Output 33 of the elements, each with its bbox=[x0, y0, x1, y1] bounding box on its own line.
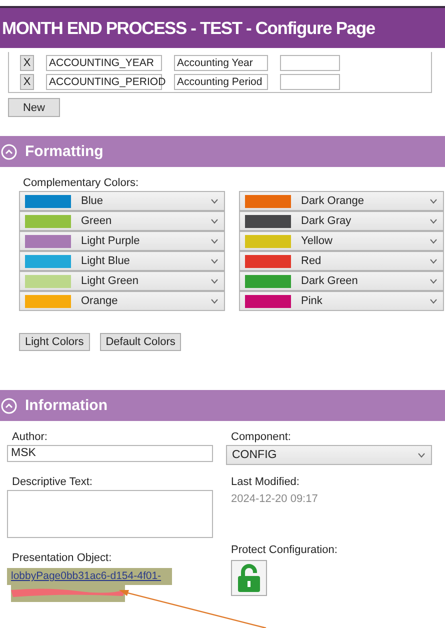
remove-button[interactable]: X bbox=[20, 74, 34, 90]
color-preset-button[interactable]: Light Colors bbox=[19, 333, 90, 351]
section-title: Information bbox=[25, 397, 108, 414]
colors-label: Complementary Colors: bbox=[23, 177, 140, 189]
color-dropdown[interactable]: Red bbox=[239, 251, 444, 271]
last-modified-value: 2024-12-20 09:17 bbox=[231, 493, 319, 505]
field-label: Author: bbox=[12, 431, 48, 444]
page-title: MONTH END PROCESS - TEST - Configure Page bbox=[2, 18, 375, 38]
color-dropdown[interactable]: Light Green bbox=[19, 271, 225, 291]
field-label: Protect Configuration: bbox=[231, 544, 338, 557]
color-dropdown[interactable]: Green bbox=[19, 211, 225, 231]
color-dropdown[interactable]: Orange bbox=[19, 291, 225, 311]
component-dropdown[interactable]: CONFIG bbox=[226, 445, 432, 465]
field-label: Component: bbox=[231, 431, 292, 444]
remove-button[interactable]: X bbox=[20, 55, 34, 71]
new-button[interactable]: New bbox=[8, 98, 60, 117]
name-field[interactable]: ACCOUNTING_YEAR bbox=[46, 55, 162, 71]
field-label: Descriptive Text: bbox=[12, 476, 94, 489]
color-preset-button[interactable]: Default Colors bbox=[100, 333, 182, 351]
color-dropdown[interactable]: Dark Green bbox=[239, 271, 444, 291]
description-field[interactable]: Accounting Period bbox=[174, 74, 268, 90]
field-label: Last Modified: bbox=[231, 476, 300, 489]
section-title: Formatting bbox=[25, 143, 104, 160]
color-dropdown[interactable]: Dark Gray bbox=[239, 211, 444, 231]
color-dropdown[interactable]: Light Purple bbox=[19, 231, 225, 251]
color-dropdown[interactable]: Light Blue bbox=[19, 251, 225, 271]
author-field[interactable]: MSK bbox=[7, 445, 213, 462]
description-field[interactable]: Accounting Year bbox=[174, 55, 268, 71]
color-dropdown[interactable]: Pink bbox=[239, 291, 444, 311]
color-dropdown[interactable]: Blue bbox=[19, 191, 225, 211]
color-dropdown[interactable]: Yellow bbox=[239, 231, 444, 251]
color-dropdown[interactable]: Dark Orange bbox=[239, 191, 444, 211]
field-label: Presentation Object: bbox=[12, 552, 113, 565]
